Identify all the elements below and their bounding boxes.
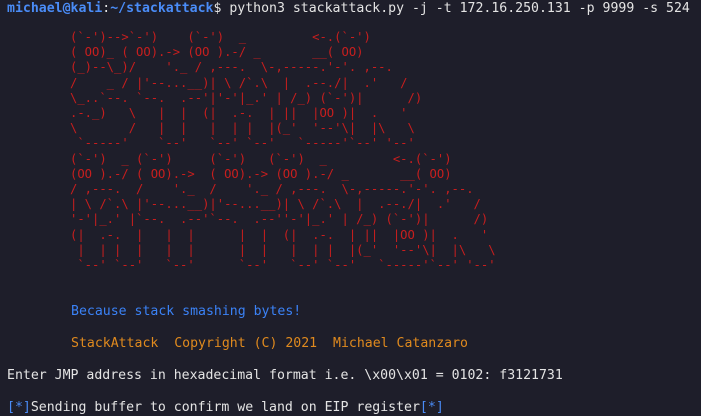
- status-marker-icon: *: [14, 400, 23, 415]
- copyright-text: StackAttack Copyright (C) 2021 Michael C…: [71, 336, 468, 351]
- prompt-path: ~/stackattack: [110, 1, 214, 16]
- terminal-window[interactable]: michael@kali:~/stackattack$ python3 stac…: [0, 0, 701, 415]
- jmp-address-prompt[interactable]: Enter JMP address in hexadecimal format …: [7, 367, 563, 384]
- status-open-bracket: [: [7, 400, 15, 415]
- status-marker-end-icon: *: [427, 400, 436, 415]
- status-close-bracket: ]: [22, 400, 31, 415]
- status-open-bracket-end: [: [419, 400, 428, 415]
- shell-command-line: michael@kali:~/stackattack$ python3 stac…: [7, 0, 690, 17]
- shell-command: python3 stackattack.py -j -t 172.16.250.…: [221, 1, 690, 16]
- status-message: [*]Sending buffer to confirm we land on …: [7, 399, 444, 416]
- tagline-text: Because stack smashing bytes!: [71, 304, 302, 319]
- status-close-bracket-end: ]: [435, 400, 444, 415]
- prompt-user-host: michael@kali: [7, 1, 103, 16]
- stackattack-ascii-banner: (`-')-->`-') (`-') _ <-.(`-') ( OO)_ ( O…: [70, 30, 496, 273]
- status-text: Sending buffer to confirm we land on EIP…: [30, 400, 420, 415]
